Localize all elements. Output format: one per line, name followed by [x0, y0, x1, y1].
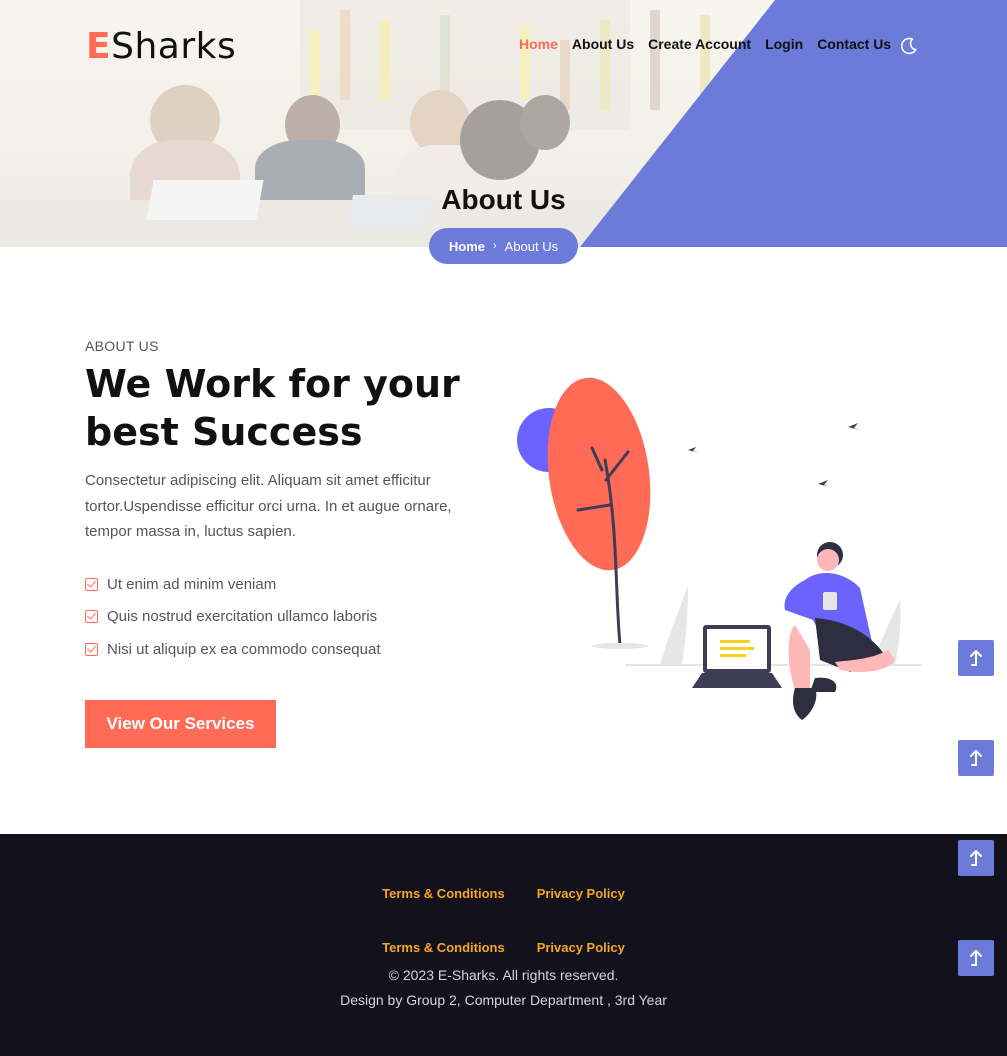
check-square-icon — [85, 577, 98, 591]
logo-letter: E — [86, 26, 112, 67]
footer-links: Terms & Conditions Privacy Policy — [0, 886, 1007, 901]
nav-login[interactable]: Login — [765, 36, 803, 52]
terms-link[interactable]: Terms & Conditions — [382, 940, 505, 955]
privacy-link[interactable]: Privacy Policy — [537, 940, 625, 955]
site-logo[interactable]: ESharks — [86, 26, 236, 68]
arrow-up-icon — [970, 750, 982, 766]
check-square-icon — [85, 610, 98, 624]
breadcrumb: Home › About Us — [429, 228, 578, 264]
nav-contact-us[interactable]: Contact Us — [817, 36, 891, 52]
section-headline: We Work for your best Success — [85, 360, 505, 456]
scroll-to-top-button[interactable] — [958, 940, 994, 976]
arrow-up-icon — [970, 950, 982, 966]
privacy-link[interactable]: Privacy Policy — [537, 886, 625, 901]
scroll-to-top-button[interactable] — [958, 740, 994, 776]
logo-text: Sharks — [111, 26, 237, 67]
page-title: About Us — [441, 184, 566, 215]
arrow-up-icon — [970, 650, 982, 666]
main-nav: Home About Us Create Account Login Conta… — [519, 36, 891, 52]
scroll-to-top-button[interactable] — [958, 840, 994, 876]
list-item: Nisi ut aliquip ex ea commodo consequat — [85, 633, 381, 666]
copyright: © 2023 E-Sharks. All rights reserved. — [388, 967, 619, 983]
moon-icon[interactable] — [899, 36, 919, 56]
checklist-text: Nisi ut aliquip ex ea commodo consequat — [107, 640, 381, 658]
site-footer: Terms & Conditions Privacy Policy Terms … — [0, 834, 1007, 1056]
nav-create-account[interactable]: Create Account — [648, 36, 751, 52]
breadcrumb-home[interactable]: Home — [449, 239, 485, 254]
chevron-right-icon: › — [492, 240, 497, 252]
scroll-to-top-button[interactable] — [958, 640, 994, 676]
about-paragraph: Consectetur adipiscing elit. Aliquam sit… — [85, 472, 452, 540]
nav-home[interactable]: Home — [519, 36, 558, 52]
section-subtitle: ABOUT US — [85, 338, 159, 354]
headline-bold: We Work — [85, 362, 276, 406]
check-square-icon — [85, 642, 98, 656]
credit: Design by Group 2, Computer Department ,… — [340, 992, 667, 1008]
nav-about-us[interactable]: About Us — [572, 36, 634, 52]
breadcrumb-current: About Us — [504, 238, 559, 254]
hero-banner: ESharks Home About Us Create Account Log… — [0, 0, 1007, 247]
view-services-button[interactable]: View Our Services — [85, 700, 276, 748]
checklist-text: Quis nostrud exercitation ullamco labori… — [107, 608, 378, 626]
footer-links: Terms & Conditions Privacy Policy — [0, 940, 1007, 955]
person-with-laptop-illustration — [517, 377, 922, 720]
checklist-text: Ut enim ad minim veniam — [107, 575, 277, 593]
list-item: Quis nostrud exercitation ullamco labori… — [85, 601, 381, 634]
terms-link[interactable]: Terms & Conditions — [382, 886, 505, 901]
list-item: Ut enim ad minim veniam — [85, 568, 381, 601]
feature-checklist: Ut enim ad minim veniam Quis nostrud exe… — [85, 568, 381, 666]
arrow-up-icon — [970, 850, 982, 866]
